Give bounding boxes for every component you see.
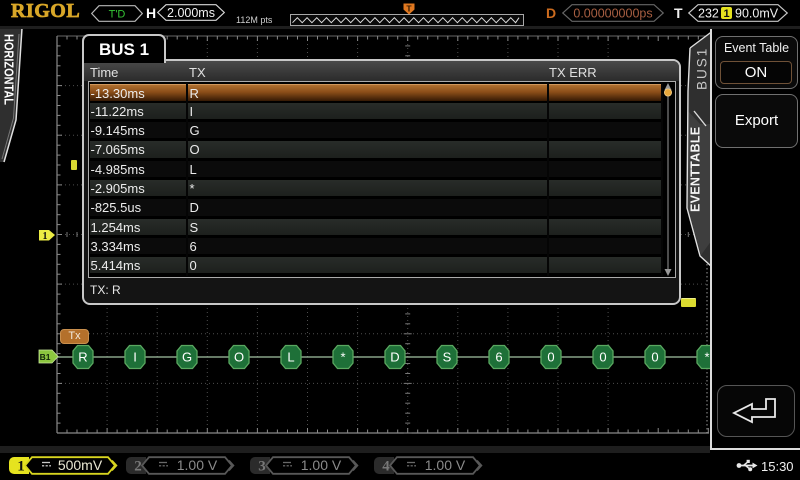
svg-text:232: 232 (698, 6, 719, 20)
svg-text:1.00 V: 1.00 V (177, 457, 218, 473)
svg-text:L: L (287, 350, 294, 365)
svg-text:0.00000000ps: 0.00000000ps (573, 6, 652, 20)
svg-text:4: 4 (382, 459, 390, 475)
svg-text:1: 1 (43, 231, 48, 242)
svg-text:BUS1: BUS1 (695, 47, 710, 90)
svg-text:*: * (340, 350, 345, 365)
svg-text:3: 3 (258, 459, 266, 475)
svg-text:B1: B1 (40, 352, 51, 362)
svg-text:S: S (443, 350, 452, 365)
svg-text:G: G (182, 350, 192, 365)
svg-text:T: T (406, 4, 412, 14)
svg-text:HORIZONTAL: HORIZONTAL (2, 34, 17, 105)
svg-text:2.000ms: 2.000ms (167, 6, 215, 20)
svg-text:90.0mV: 90.0mV (735, 6, 779, 20)
svg-text:1.00 V: 1.00 V (301, 457, 342, 473)
svg-text:1: 1 (17, 459, 25, 475)
svg-text:R: R (78, 350, 87, 365)
svg-text:*: * (704, 350, 709, 365)
svg-text:0: 0 (547, 350, 554, 365)
svg-text:D: D (390, 350, 399, 365)
svg-text:500mV: 500mV (58, 457, 103, 473)
svg-text:I: I (133, 350, 137, 365)
svg-text:0: 0 (651, 350, 658, 365)
svg-text:0: 0 (599, 350, 606, 365)
svg-text:T'D: T'D (109, 9, 126, 21)
svg-text:O: O (234, 350, 244, 365)
svg-text:EVENTTABLE: EVENTTABLE (689, 127, 703, 212)
svg-text:1: 1 (723, 8, 729, 20)
svg-text:2: 2 (134, 459, 142, 475)
svg-text:6: 6 (495, 350, 502, 365)
svg-text:1.00 V: 1.00 V (425, 457, 466, 473)
